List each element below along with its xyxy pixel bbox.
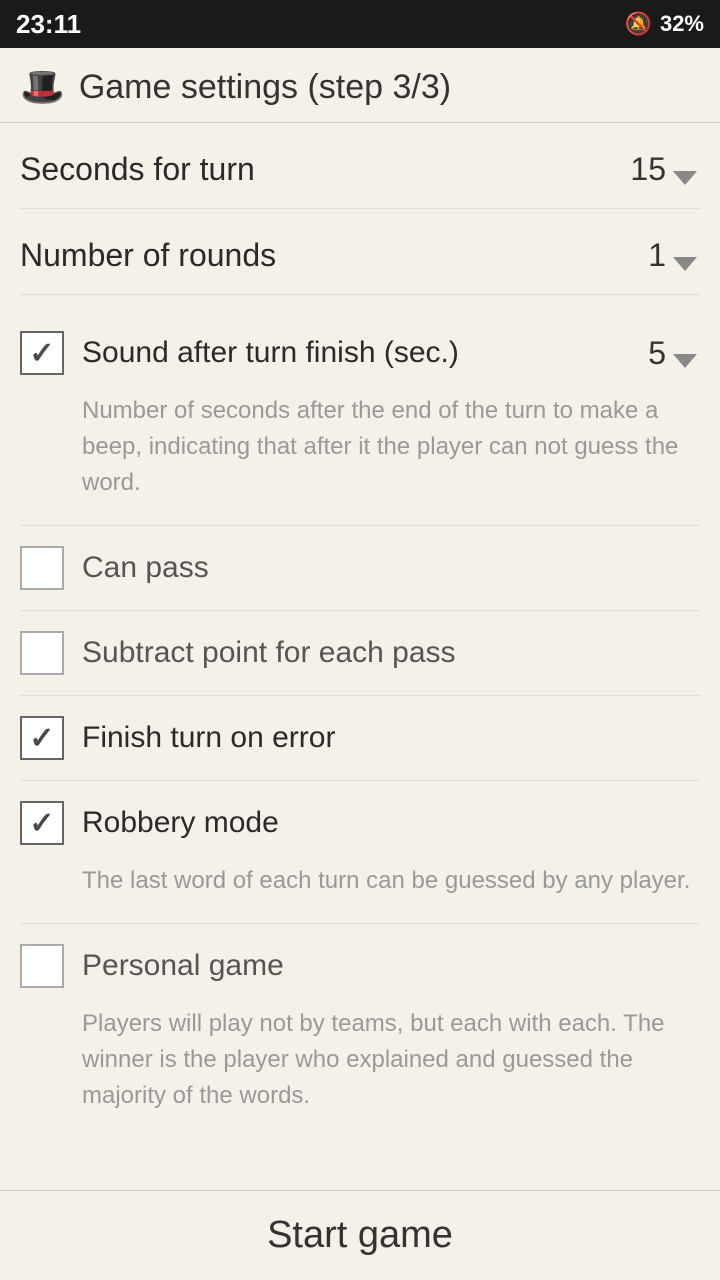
seconds-for-turn-arrow[interactable] — [670, 155, 700, 185]
finish-turn-on-error-row[interactable]: Finish turn on error — [20, 702, 700, 774]
subtract-point-checkbox[interactable] — [20, 631, 64, 675]
personal-game-description: Players will play not by teams, but each… — [20, 1002, 700, 1132]
number-of-rounds-label: Number of rounds — [20, 237, 276, 274]
subtract-point-label: Subtract point for each pass — [82, 636, 456, 670]
personal-game-label: Personal game — [82, 949, 284, 983]
seconds-for-turn-value: 15 — [616, 151, 666, 188]
finish-turn-on-error-checkbox[interactable] — [20, 716, 64, 760]
footer: Start game — [0, 1190, 720, 1280]
sound-after-turn-label: Sound after turn finish (sec.) — [82, 336, 459, 370]
divider-3 — [20, 695, 700, 696]
can-pass-row[interactable]: Can pass — [20, 532, 700, 604]
divider-4 — [20, 780, 700, 781]
battery-display: 32% — [660, 11, 704, 37]
robbery-mode-row[interactable]: Robbery mode — [20, 787, 700, 859]
can-pass-checkbox[interactable] — [20, 546, 64, 590]
personal-game-checkbox[interactable] — [20, 944, 64, 988]
page-title: Game settings (step 3/3) — [79, 68, 451, 107]
robbery-mode-checkbox[interactable] — [20, 801, 64, 845]
can-pass-label: Can pass — [82, 551, 209, 585]
divider-1 — [20, 525, 700, 526]
header: 🎩 Game settings (step 3/3) — [0, 48, 720, 123]
robbery-mode-description: The last word of each turn can be guesse… — [20, 859, 700, 917]
seconds-for-turn-row: Seconds for turn 15 — [20, 123, 700, 209]
number-of-rounds-selector[interactable]: 1 — [616, 237, 700, 274]
divider-2 — [20, 610, 700, 611]
start-game-button[interactable]: Start game — [267, 1214, 453, 1257]
status-icons: 🔕 32% — [625, 11, 704, 37]
sound-after-turn-checkbox[interactable] — [20, 331, 64, 375]
time-display: 23:11 — [16, 9, 81, 40]
status-bar: 23:11 🔕 32% — [0, 0, 720, 48]
hat-icon: 🎩 — [20, 66, 65, 108]
seconds-for-turn-label: Seconds for turn — [20, 151, 255, 188]
sound-after-turn-arrow[interactable] — [670, 338, 700, 368]
personal-game-row[interactable]: Personal game — [20, 930, 700, 1002]
settings-content: Seconds for turn 15 Number of rounds 1 S… — [0, 123, 720, 1190]
subtract-point-row[interactable]: Subtract point for each pass — [20, 617, 700, 689]
robbery-mode-label: Robbery mode — [82, 806, 279, 840]
finish-turn-on-error-label: Finish turn on error — [82, 721, 335, 755]
number-of-rounds-arrow[interactable] — [670, 241, 700, 271]
number-of-rounds-row: Number of rounds 1 — [20, 209, 700, 295]
sound-after-turn-row: Sound after turn finish (sec.) 5 — [20, 317, 700, 389]
sound-after-turn-selector[interactable]: 5 — [616, 335, 700, 372]
sound-after-turn-description: Number of seconds after the end of the t… — [20, 389, 700, 519]
divider-5 — [20, 923, 700, 924]
sound-after-turn-value: 5 — [616, 335, 666, 372]
mute-icon: 🔕 — [625, 11, 652, 37]
seconds-for-turn-selector[interactable]: 15 — [616, 151, 700, 188]
checkbox-section: Sound after turn finish (sec.) 5 Number … — [20, 295, 700, 1132]
number-of-rounds-value: 1 — [616, 237, 666, 274]
